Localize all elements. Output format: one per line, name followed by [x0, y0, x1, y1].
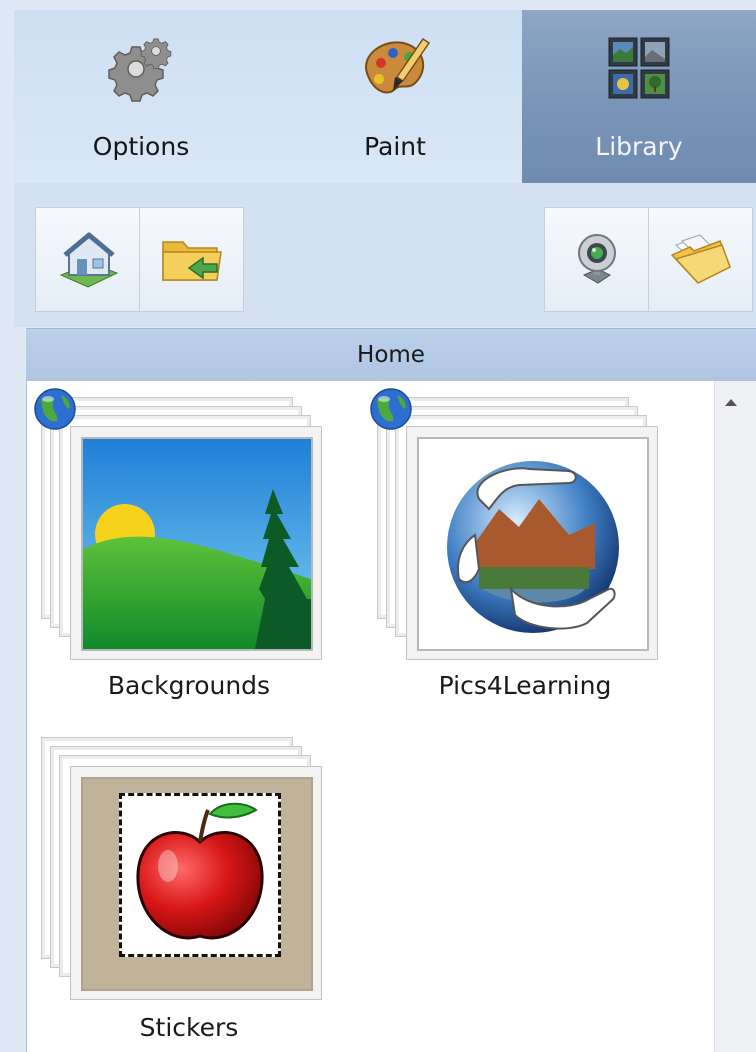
tab-paint[interactable]: Paint	[268, 10, 522, 183]
tab-library[interactable]: Library	[522, 10, 756, 183]
sticker-thumbnail	[81, 777, 313, 991]
apple-sticker	[119, 793, 281, 957]
folder-stack	[39, 735, 329, 1000]
globe-icon	[369, 387, 413, 431]
home-button[interactable]	[35, 207, 140, 312]
thumbnail-frame	[70, 426, 322, 660]
library-grid-icon	[599, 28, 679, 108]
library-toolbar	[14, 183, 756, 327]
library-item-pics4learning[interactable]: Pics4Learning	[370, 388, 675, 715]
tab-label: Paint	[364, 132, 426, 161]
tab-options[interactable]: Options	[14, 10, 268, 183]
globe-hands-thumbnail	[417, 437, 649, 651]
main-tab-strip: Options Paint Library	[14, 10, 756, 183]
tab-label: Library	[595, 132, 683, 161]
library-grid: Backgrounds Pics4Learning Stickers	[26, 381, 715, 1052]
open-folder-button[interactable]	[648, 207, 753, 312]
breadcrumb-home[interactable]: Home	[357, 342, 425, 368]
library-item-backgrounds[interactable]: Backgrounds	[34, 388, 339, 715]
tab-label: Options	[92, 132, 190, 161]
folder-stack	[375, 395, 665, 660]
palette-icon	[355, 28, 435, 108]
library-item-stickers[interactable]: Stickers	[39, 735, 339, 1045]
gear-icon	[101, 28, 181, 108]
webcam-button[interactable]	[544, 207, 649, 312]
thumbnail-frame	[406, 426, 658, 660]
item-label: Backgrounds	[107, 671, 271, 700]
scroll-up-arrow-icon[interactable]	[725, 399, 737, 406]
folder-stack	[39, 395, 329, 660]
item-label: Pics4Learning	[438, 671, 612, 700]
open-folder-icon	[670, 233, 731, 284]
home-icon	[59, 232, 118, 288]
item-label: Stickers	[139, 1013, 239, 1042]
breadcrumb: Home	[26, 328, 756, 382]
vertical-scrollbar[interactable]	[714, 381, 756, 1052]
app-window: Options Paint Library Home Backgrounds P…	[0, 0, 756, 1052]
globe-icon	[33, 387, 77, 431]
landscape-thumbnail	[81, 437, 313, 651]
folder-back-icon	[161, 240, 222, 281]
webcam-icon	[577, 233, 616, 284]
back-folder-button[interactable]	[139, 207, 244, 312]
thumbnail-frame	[70, 766, 322, 1000]
